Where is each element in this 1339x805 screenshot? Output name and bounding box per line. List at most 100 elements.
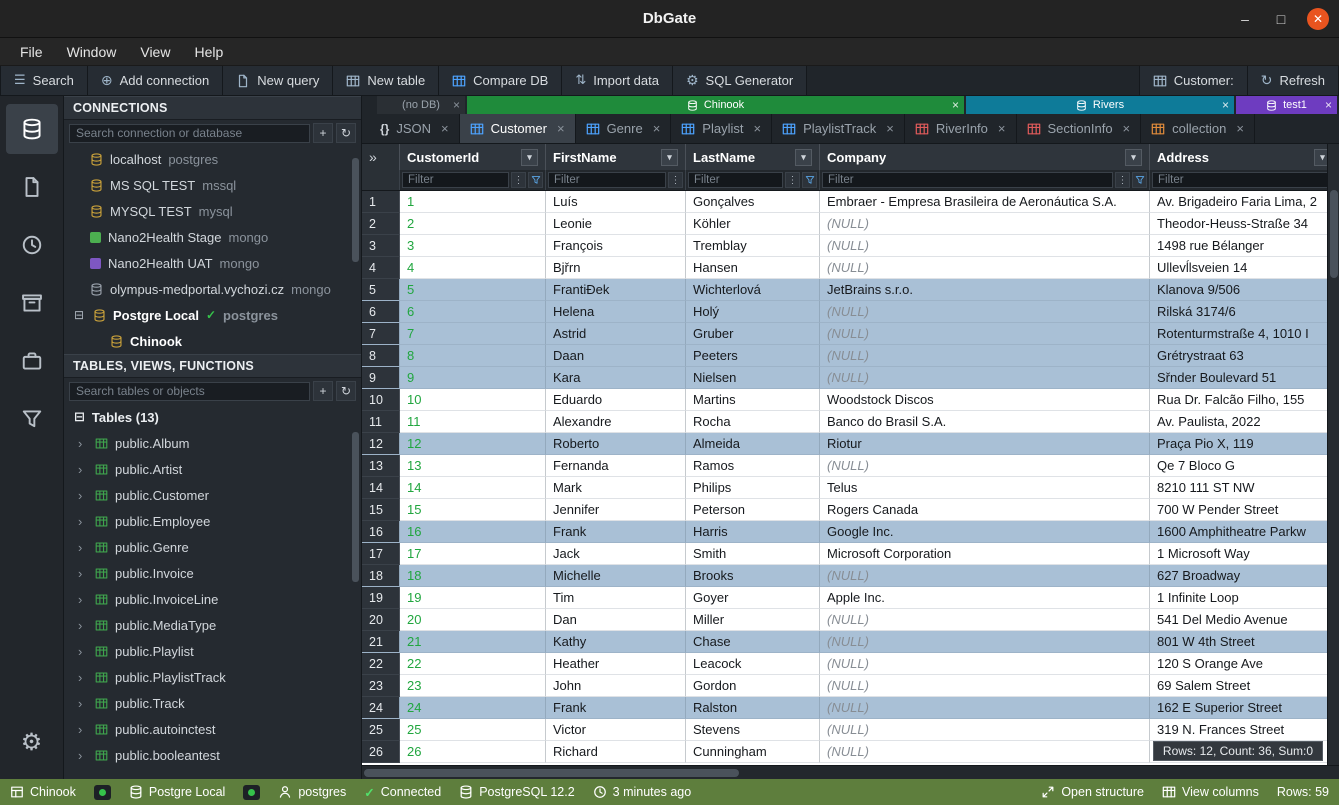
row-number-cell[interactable]: 3: [362, 235, 400, 257]
close-icon[interactable]: ×: [952, 98, 959, 112]
table-item-public-track[interactable]: ›public.Track: [64, 690, 361, 716]
grid-cell[interactable]: 16: [400, 521, 546, 543]
grid-cell[interactable]: 700 W Pender Street: [1150, 499, 1339, 521]
connection-item-postgre-local[interactable]: ⊟Postgre Local✓postgres: [64, 302, 361, 328]
applications-icon[interactable]: [6, 336, 58, 386]
menubar-item-help[interactable]: Help: [184, 42, 233, 62]
grid-cell[interactable]: (NULL): [820, 345, 1150, 367]
grid-cell[interactable]: (NULL): [820, 323, 1150, 345]
grid-cell[interactable]: Fernanda: [546, 455, 686, 477]
grid-cell[interactable]: 627 Broadway: [1150, 565, 1339, 587]
grid-cell[interactable]: Martins: [686, 389, 820, 411]
grid-cell[interactable]: Cunningham: [686, 741, 820, 763]
filter-menu-button[interactable]: ⋮: [1115, 172, 1130, 188]
status-postgre-local[interactable]: Postgre Local: [129, 785, 225, 799]
connections-icon[interactable]: [6, 104, 58, 154]
grid-cell[interactable]: Köhler: [686, 213, 820, 235]
settings-gear-icon[interactable]: ⚙: [6, 717, 58, 767]
grid-cell[interactable]: Roberto: [546, 433, 686, 455]
grid-horizontal-scrollbar-thumb[interactable]: [364, 769, 739, 777]
table-item-public-playlist[interactable]: ›public.Playlist: [64, 638, 361, 664]
grid-cell[interactable]: (NULL): [820, 565, 1150, 587]
grid-cell[interactable]: Astrid: [546, 323, 686, 345]
grid-cell[interactable]: Peeters: [686, 345, 820, 367]
grid-cell[interactable]: 10: [400, 389, 546, 411]
grid-cell[interactable]: (NULL): [820, 697, 1150, 719]
grid-cell[interactable]: Stevens: [686, 719, 820, 741]
grid-cell[interactable]: (NULL): [820, 653, 1150, 675]
column-dropdown-button[interactable]: ▾: [661, 149, 678, 166]
row-number-cell[interactable]: 24: [362, 697, 400, 719]
grid-cell[interactable]: 21: [400, 631, 546, 653]
grid-cell[interactable]: Leacock: [686, 653, 820, 675]
table-item-public-booleantest[interactable]: ›public.booleantest: [64, 742, 361, 768]
tab-json[interactable]: {}JSON×: [370, 114, 460, 143]
connection-item-olympus-medportal-vychozi-cz[interactable]: olympus-medportal.vychozi.czmongo: [64, 276, 361, 302]
table-item-public-autoinctest[interactable]: ›public.autoinctest: [64, 716, 361, 742]
grid-cell[interactable]: (NULL): [820, 631, 1150, 653]
grid-cell[interactable]: 6: [400, 301, 546, 323]
filter-menu-button[interactable]: ⋮: [511, 172, 526, 188]
tab-customer[interactable]: Customer×: [460, 114, 576, 143]
tables-refresh-button[interactable]: ↻: [336, 381, 356, 401]
row-number-cell[interactable]: 14: [362, 477, 400, 499]
grid-cell[interactable]: 13: [400, 455, 546, 477]
column-dropdown-button[interactable]: ▾: [1125, 149, 1142, 166]
chevron-right-icon[interactable]: ›: [78, 696, 88, 711]
filter-input-firstname[interactable]: [548, 172, 666, 188]
row-number-cell[interactable]: 5: [362, 279, 400, 301]
grid-cell[interactable]: Jack: [546, 543, 686, 565]
row-number-cell[interactable]: 6: [362, 301, 400, 323]
menubar-item-window[interactable]: Window: [57, 42, 127, 62]
grid-cell[interactable]: Gruber: [686, 323, 820, 345]
row-number-cell[interactable]: 9: [362, 367, 400, 389]
grid-cell[interactable]: FrantiĐek: [546, 279, 686, 301]
filter-input-company[interactable]: [822, 172, 1113, 188]
grid-cell[interactable]: 26: [400, 741, 546, 763]
grid-cell[interactable]: Richard: [546, 741, 686, 763]
grid-cell[interactable]: Microsoft Corporation: [820, 543, 1150, 565]
grid-cell[interactable]: Gordon: [686, 675, 820, 697]
grid-cell[interactable]: (NULL): [820, 675, 1150, 697]
grid-cell[interactable]: 9: [400, 367, 546, 389]
chevron-right-icon[interactable]: ›: [78, 566, 88, 581]
grid-cell[interactable]: (NULL): [820, 235, 1150, 257]
filter-menu-button[interactable]: ⋮: [668, 172, 683, 188]
toolbar-button-refresh[interactable]: ↻Refresh: [1248, 66, 1339, 95]
row-number-cell[interactable]: 25: [362, 719, 400, 741]
status-view-columns[interactable]: View columns: [1162, 785, 1259, 799]
chevron-right-icon[interactable]: ›: [78, 592, 88, 607]
row-number-cell[interactable]: 20: [362, 609, 400, 631]
grid-cell[interactable]: Ralston: [686, 697, 820, 719]
database-color-chip[interactable]: [94, 785, 111, 800]
grid-cell[interactable]: Tim: [546, 587, 686, 609]
grid-cell[interactable]: 14: [400, 477, 546, 499]
grid-cell[interactable]: Praça Pio X, 119: [1150, 433, 1339, 455]
close-icon[interactable]: ×: [1325, 98, 1332, 112]
menubar-item-view[interactable]: View: [130, 42, 180, 62]
grid-cell[interactable]: Rilská 3174/6: [1150, 301, 1339, 323]
tab-collection[interactable]: collection×: [1141, 114, 1255, 143]
column-header-customerid[interactable]: CustomerId▾: [400, 144, 546, 170]
grid-cell[interactable]: Philips: [686, 477, 820, 499]
grid-cell[interactable]: François: [546, 235, 686, 257]
grid-cell[interactable]: 22: [400, 653, 546, 675]
grid-cell[interactable]: 3: [400, 235, 546, 257]
row-number-cell[interactable]: 1: [362, 191, 400, 213]
tab-genre[interactable]: Genre×: [576, 114, 672, 143]
grid-cell[interactable]: John: [546, 675, 686, 697]
row-number-cell[interactable]: 2: [362, 213, 400, 235]
grid-cell[interactable]: Rua Dr. Falcão Filho, 155: [1150, 389, 1339, 411]
filter-input-customerid[interactable]: [402, 172, 509, 188]
grid-cell[interactable]: Luís: [546, 191, 686, 213]
row-number-cell[interactable]: 26: [362, 741, 400, 763]
connection-item-mysql-test[interactable]: MYSQL TESTmysql: [64, 198, 361, 224]
connection-item-ms-sql-test[interactable]: MS SQL TESTmssql: [64, 172, 361, 198]
grid-cell[interactable]: Woodstock Discos: [820, 389, 1150, 411]
connection-item-nano2health-uat[interactable]: Nano2Health UATmongo: [64, 250, 361, 276]
chevron-right-icon[interactable]: ›: [78, 670, 88, 685]
grid-cell[interactable]: (NULL): [820, 301, 1150, 323]
grid-cell[interactable]: Holý: [686, 301, 820, 323]
tab-riverinfo[interactable]: RiverInfo×: [905, 114, 1017, 143]
row-number-cell[interactable]: 21: [362, 631, 400, 653]
